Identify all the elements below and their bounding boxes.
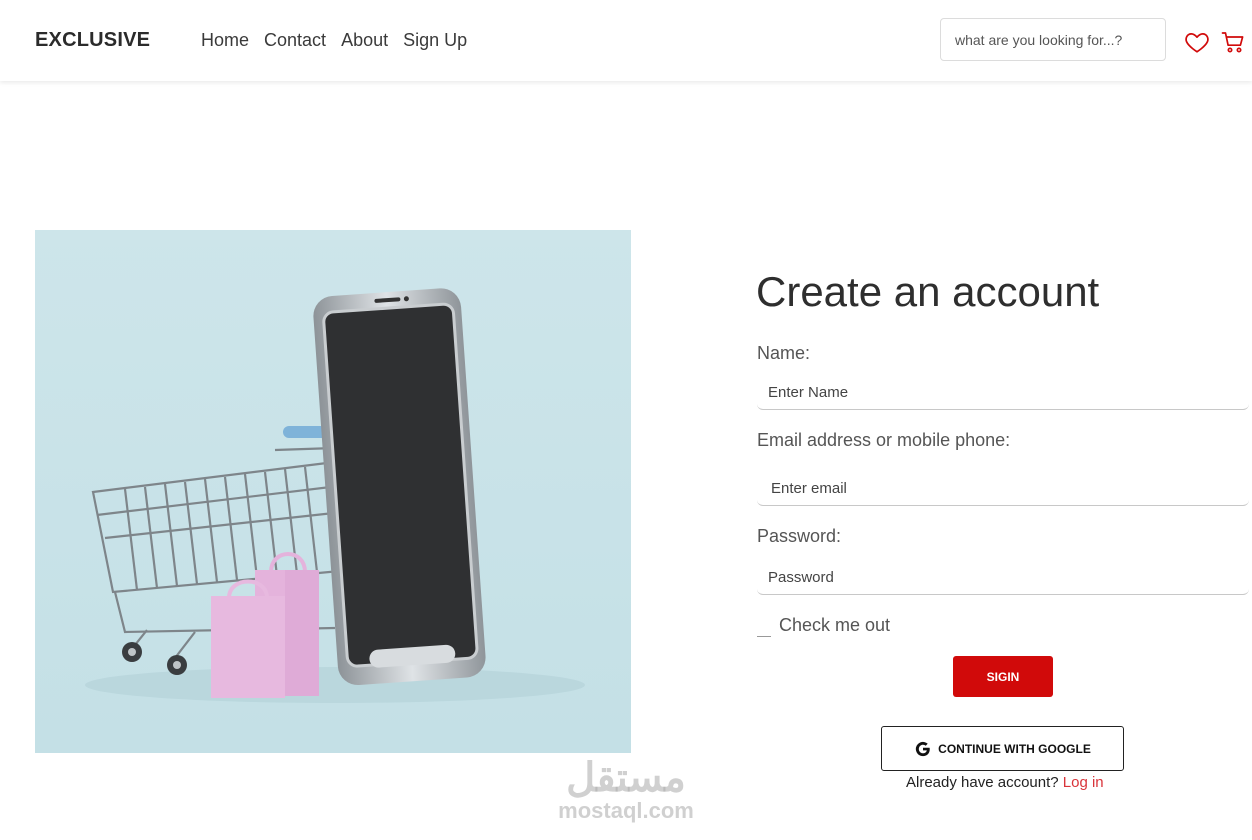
watermark-arabic: مستقل — [566, 756, 686, 800]
check-me-out-label[interactable]: Check me out — [779, 615, 890, 636]
heart-icon[interactable] — [1184, 29, 1210, 55]
google-signin-button[interactable]: CONTINUE WITH GOOGLE — [881, 726, 1124, 771]
search-input[interactable] — [940, 18, 1166, 61]
remember-checkbox-row: Check me out — [757, 614, 890, 637]
email-label: Email address or mobile phone: — [757, 430, 1011, 450]
shopping-cart-phone-illustration — [35, 230, 631, 753]
nav-link-signup[interactable]: Sign Up — [403, 30, 467, 51]
page-title: Create an account — [756, 268, 1100, 315]
login-prompt: Already have account? Log in — [906, 774, 1104, 791]
email-field[interactable] — [757, 472, 1249, 506]
nav-link-contact[interactable]: Contact — [264, 30, 326, 51]
check-me-out-checkbox[interactable] — [757, 622, 771, 637]
top-navbar: EXCLUSIVE Home Contact About Sign Up — [0, 0, 1252, 81]
google-button-label: CONTINUE WITH GOOGLE — [938, 741, 1091, 756]
password-field[interactable] — [757, 561, 1249, 595]
nav-link-about[interactable]: About — [341, 30, 388, 51]
nav-links: Home Contact About Sign Up — [201, 30, 467, 51]
hero-image — [35, 230, 631, 753]
nav-link-home[interactable]: Home — [201, 30, 249, 51]
login-link[interactable]: Log in — [1063, 774, 1104, 791]
cart-icon[interactable] — [1221, 30, 1245, 54]
brand-logo[interactable]: EXCLUSIVE — [35, 29, 150, 52]
google-icon — [916, 741, 930, 756]
name-label: Name: — [757, 343, 811, 363]
signin-button[interactable]: SIGIN — [953, 656, 1053, 697]
name-field[interactable] — [757, 376, 1249, 410]
already-have-account-text: Already have account? — [906, 774, 1059, 791]
mostaql-watermark: مستقل mostaql.com — [548, 758, 704, 824]
password-label: Password: — [757, 526, 842, 546]
watermark-latin: mostaql.com — [558, 798, 694, 823]
